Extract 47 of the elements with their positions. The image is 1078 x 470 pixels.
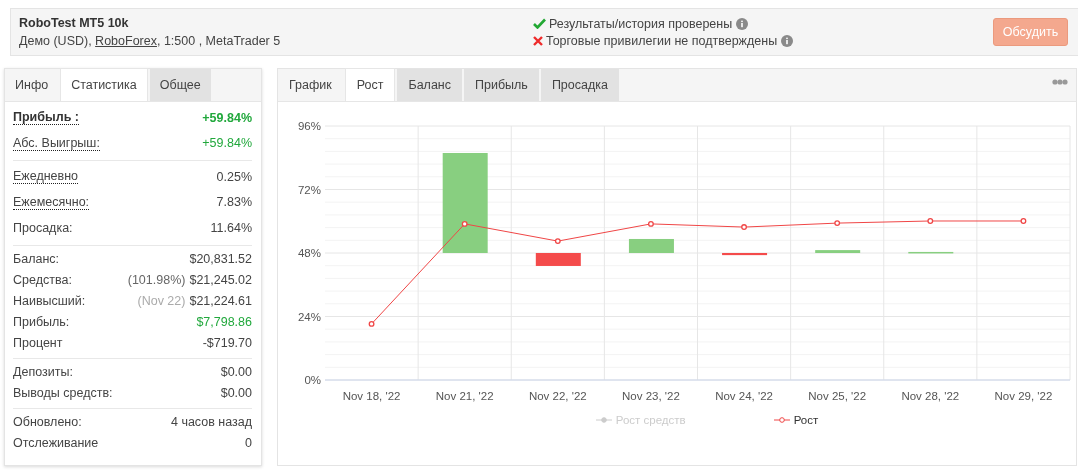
- axis-label: 0%: [304, 374, 321, 386]
- account-title: RoboTest MT5 10k: [19, 16, 130, 30]
- axis-label: 72%: [297, 183, 321, 196]
- axis-label: Nov 22, '22: [528, 390, 587, 402]
- stat-label: Отслеживание: [13, 436, 99, 450]
- stat-label: Прибыль:: [13, 315, 70, 329]
- verification-status: Торговые привилегии не подтверждены: [546, 33, 778, 48]
- stat-value: $7,798.86: [196, 315, 252, 329]
- stat-value: +59.84%: [202, 110, 252, 125]
- stat-label: Выводы средств:: [13, 386, 113, 400]
- stat-label: Абс. Выигрыш:: [13, 135, 100, 151]
- stat-label: Баланс:: [13, 252, 60, 266]
- verification-status: Результаты/история проверены: [549, 16, 733, 31]
- stat-value: $0.00: [220, 365, 252, 379]
- stat-value: +59.84%: [202, 136, 252, 151]
- axis-label: Nov 18, '22: [342, 390, 401, 402]
- stat-label: Обновлено:: [13, 415, 82, 429]
- stat-note: (101.98%): [127, 273, 186, 287]
- stat-value: 0.25%: [216, 169, 252, 184]
- axis-label: Nov 29, '22: [994, 390, 1053, 402]
- stat-label: Наивысший:: [13, 294, 86, 308]
- stat-label: Средства:: [13, 273, 72, 287]
- axis-label: 24%: [297, 310, 321, 323]
- stat-note: (Nov 22): [137, 294, 186, 308]
- axis-label: Nov 21, '22: [435, 390, 494, 402]
- axis-label: Nov 25, '22: [808, 390, 867, 402]
- axis-label: 48%: [297, 247, 321, 259]
- stat-value: 11.64%: [210, 220, 252, 235]
- stat-value: $20,831.52: [189, 252, 252, 266]
- stat-label: Процент: [13, 336, 63, 350]
- stat-label: Ежемесячно:: [13, 194, 90, 210]
- axis-label: Nov 24, '22: [715, 390, 773, 402]
- axis-label: Nov 28, '22: [901, 390, 960, 402]
- axis-label: 96%: [297, 120, 321, 132]
- stat-value: 4 часов назад: [170, 415, 252, 429]
- stat-value: 7.83%: [216, 195, 252, 210]
- stat-label: Депозиты:: [13, 365, 73, 379]
- stat-label: Ежедневно: [13, 169, 79, 185]
- axis-label: Nov 23, '22: [622, 390, 680, 402]
- stat-value: -$719.70: [202, 336, 252, 350]
- stat-value: $0.00: [220, 386, 252, 400]
- account-details: Демо (USD), RoboForex, 1:500 , MetaTrader 5: [19, 34, 282, 48]
- stat-label: Прибыль :: [13, 110, 79, 126]
- stat-value: $21,224.61: [189, 294, 252, 308]
- stat-label: Просадка:: [13, 220, 73, 235]
- stat-value: 0: [245, 436, 252, 450]
- stat-value: $21,245.02: [189, 273, 252, 287]
